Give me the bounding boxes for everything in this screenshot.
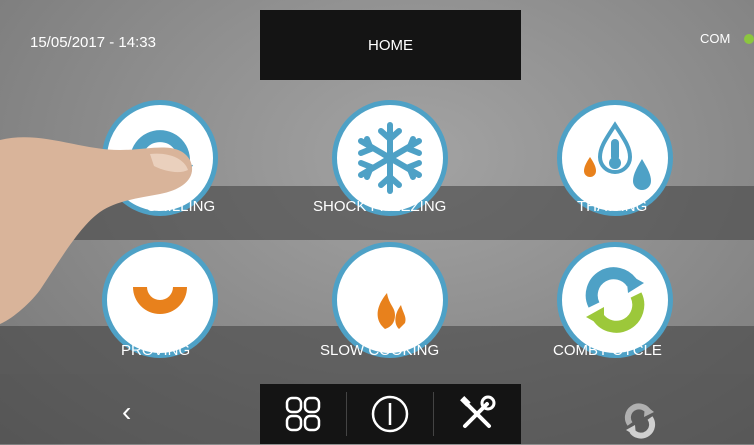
toolbar — [260, 384, 521, 444]
menu-button[interactable] — [260, 384, 346, 444]
home-title-label: HOME — [368, 36, 413, 54]
comby-cycle-button[interactable] — [557, 242, 673, 358]
tools-icon — [460, 395, 496, 428]
thawing-drops-icon — [584, 121, 651, 190]
com-status-indicator — [744, 34, 754, 44]
comby-cycle-icon — [585, 267, 645, 333]
snowflake-icon — [358, 122, 422, 194]
slow-cooking-label: SLOW COOKING — [320, 342, 440, 359]
com-label: COM — [700, 31, 731, 46]
flame-icon — [377, 293, 406, 329]
grid-icon — [285, 396, 321, 432]
sync-icon — [624, 403, 656, 439]
datetime: 15/05/2017 - 14:33 — [30, 34, 156, 51]
proving-label: PROVING — [121, 342, 191, 359]
power-button[interactable] — [347, 384, 433, 444]
slow-cooking-button[interactable] — [332, 242, 448, 358]
comby-cycle-label: COMBY CYCLE — [553, 342, 662, 359]
sync-button[interactable] — [620, 400, 660, 440]
shock-freezing-label: SHOCK FREEZING — [313, 198, 447, 215]
finger-overlay — [0, 137, 193, 324]
thawing-label: THAWING — [577, 198, 648, 215]
power-icon — [371, 395, 409, 433]
back-button[interactable]: ‹ — [122, 396, 131, 428]
home-title: HOME — [260, 10, 521, 80]
settings-button[interactable] — [434, 384, 520, 444]
